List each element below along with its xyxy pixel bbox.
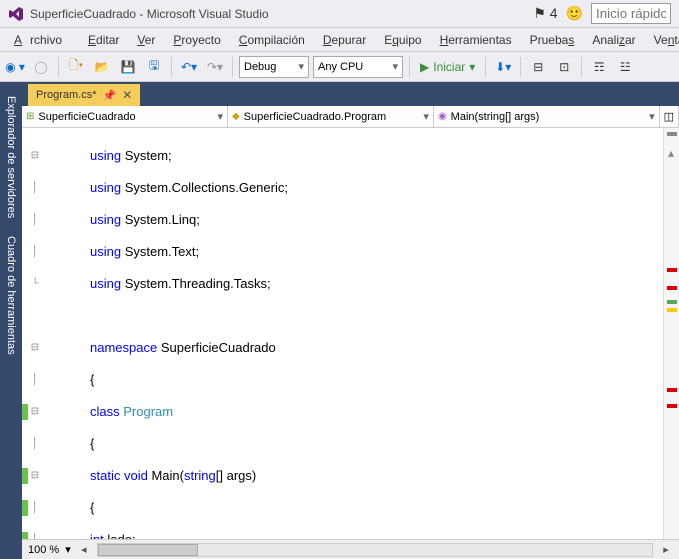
quick-launch-input[interactable] <box>591 3 671 24</box>
scroll-left-icon[interactable]: ◂ <box>77 543 91 556</box>
scrollbar-thumb[interactable] <box>98 544 198 556</box>
error-marker <box>667 404 677 408</box>
notifications-icon[interactable]: ⚑ 4 <box>533 5 557 22</box>
close-icon[interactable]: ✕ <box>122 88 132 102</box>
config-dropdown[interactable]: Debug▾ <box>239 56 309 78</box>
class-selector[interactable]: ◆SuperficieCuadrado.Program▾ <box>228 106 434 127</box>
menu-ver[interactable]: Ver <box>129 31 163 49</box>
chevron-down-icon: ▾ <box>386 60 398 73</box>
scroll-up-icon[interactable]: ▴ <box>664 146 678 160</box>
zoom-level[interactable]: 100 % <box>28 544 59 556</box>
window-title: SuperficieCuadrado - Microsoft Visual St… <box>30 7 269 21</box>
change-marker <box>667 300 677 304</box>
chevron-down-icon: ▾ <box>649 110 655 123</box>
overview-marker <box>667 132 677 136</box>
error-marker <box>667 268 677 272</box>
chevron-down-icon: ▾ <box>423 110 429 123</box>
undo-button[interactable]: ↶▾ <box>178 56 200 78</box>
side-panels: Explorador de servidores Cuadro de herra… <box>0 82 22 559</box>
horizontal-scrollbar[interactable] <box>97 543 653 557</box>
step-button[interactable]: ⬇▾ <box>492 56 514 78</box>
menu-archivo[interactable]: Archivo <box>6 31 78 49</box>
error-marker <box>667 388 677 392</box>
menu-proyecto[interactable]: Proyecto <box>165 31 228 49</box>
zoom-dropdown-icon[interactable]: ▾ <box>65 543 71 556</box>
save-all-button[interactable]: 🖫 <box>143 56 165 78</box>
document-tabs: Program.cs* 📌 ✕ <box>22 82 679 106</box>
server-explorer-tab[interactable]: Explorador de servidores <box>3 88 19 226</box>
collapse-toggle[interactable]: ⊟ <box>28 468 42 484</box>
method-icon: ◉ <box>438 111 447 122</box>
navigation-bar: ⊞SuperficieCuadrado▾ ◆SuperficieCuadrado… <box>22 106 679 128</box>
menu-bar: Archivo Editar Ver Proyecto Compilación … <box>0 28 679 52</box>
vs-logo-icon <box>8 6 24 22</box>
tool-b-button[interactable]: ⊡ <box>553 56 575 78</box>
tool-d-button[interactable]: ☳ <box>614 56 636 78</box>
chevron-down-icon: ▾ <box>217 110 223 123</box>
menu-herramientas[interactable]: Herramientas <box>432 31 520 49</box>
menu-pruebas[interactable]: Pruebas <box>522 31 583 49</box>
menu-compilacion[interactable]: Compilación <box>231 31 313 49</box>
menu-equipo[interactable]: Equipo <box>376 31 429 49</box>
redo-button[interactable]: ↷▾ <box>204 56 226 78</box>
file-tab-program[interactable]: Program.cs* 📌 ✕ <box>28 84 140 106</box>
forward-button[interactable]: ◯ <box>30 56 52 78</box>
scrollbar-overview[interactable]: ▴ <box>663 128 679 539</box>
change-marker <box>667 308 677 312</box>
tool-c-button[interactable]: ☶ <box>588 56 610 78</box>
title-bar: SuperficieCuadrado - Microsoft Visual St… <box>0 0 679 28</box>
chevron-down-icon: ▾ <box>292 60 304 73</box>
open-file-button[interactable]: 📂 <box>91 56 113 78</box>
scope-selector[interactable]: ⊞SuperficieCuadrado▾ <box>22 106 228 127</box>
toolbar: ◉ ▾ ◯ 🗋▾ 📂 💾 🖫 ↶▾ ↷▾ Debug▾ Any CPU▾ ▶In… <box>0 52 679 82</box>
play-icon: ▶ <box>420 60 429 74</box>
class-icon: ◆ <box>232 111 240 122</box>
feedback-icon[interactable]: 🙂 <box>566 5 583 22</box>
new-project-button[interactable]: 🗋▾ <box>65 56 87 78</box>
status-bar: 100 % ▾ ◂ ▸ <box>22 539 679 559</box>
method-selector[interactable]: ◉Main(string[] args)▾ <box>434 106 660 127</box>
error-marker <box>667 286 677 290</box>
code-editor[interactable]: ⊟using System; │using System.Collections… <box>22 128 663 539</box>
toolbox-tab[interactable]: Cuadro de herramientas <box>3 228 19 363</box>
tool-a-button[interactable]: ⊟ <box>527 56 549 78</box>
menu-editar[interactable]: Editar <box>80 31 127 49</box>
scroll-right-icon[interactable]: ▸ <box>659 543 673 556</box>
platform-dropdown[interactable]: Any CPU▾ <box>313 56 403 78</box>
collapse-toggle[interactable]: ⊟ <box>28 340 42 356</box>
split-button[interactable]: ◫ <box>660 106 679 127</box>
pin-icon[interactable]: 📌 <box>103 89 117 102</box>
start-debug-button[interactable]: ▶Iniciar ▾ <box>416 56 479 78</box>
collapse-toggle[interactable]: ⊟ <box>28 148 42 164</box>
menu-depurar[interactable]: Depurar <box>315 31 374 49</box>
collapse-toggle[interactable]: ⊟ <box>28 404 42 420</box>
save-button[interactable]: 💾 <box>117 56 139 78</box>
menu-analizar[interactable]: Analizar <box>584 31 643 49</box>
csharp-icon: ⊞ <box>26 111 34 122</box>
back-button[interactable]: ◉ ▾ <box>4 56 26 78</box>
menu-ventana[interactable]: Ventar <box>646 31 679 49</box>
